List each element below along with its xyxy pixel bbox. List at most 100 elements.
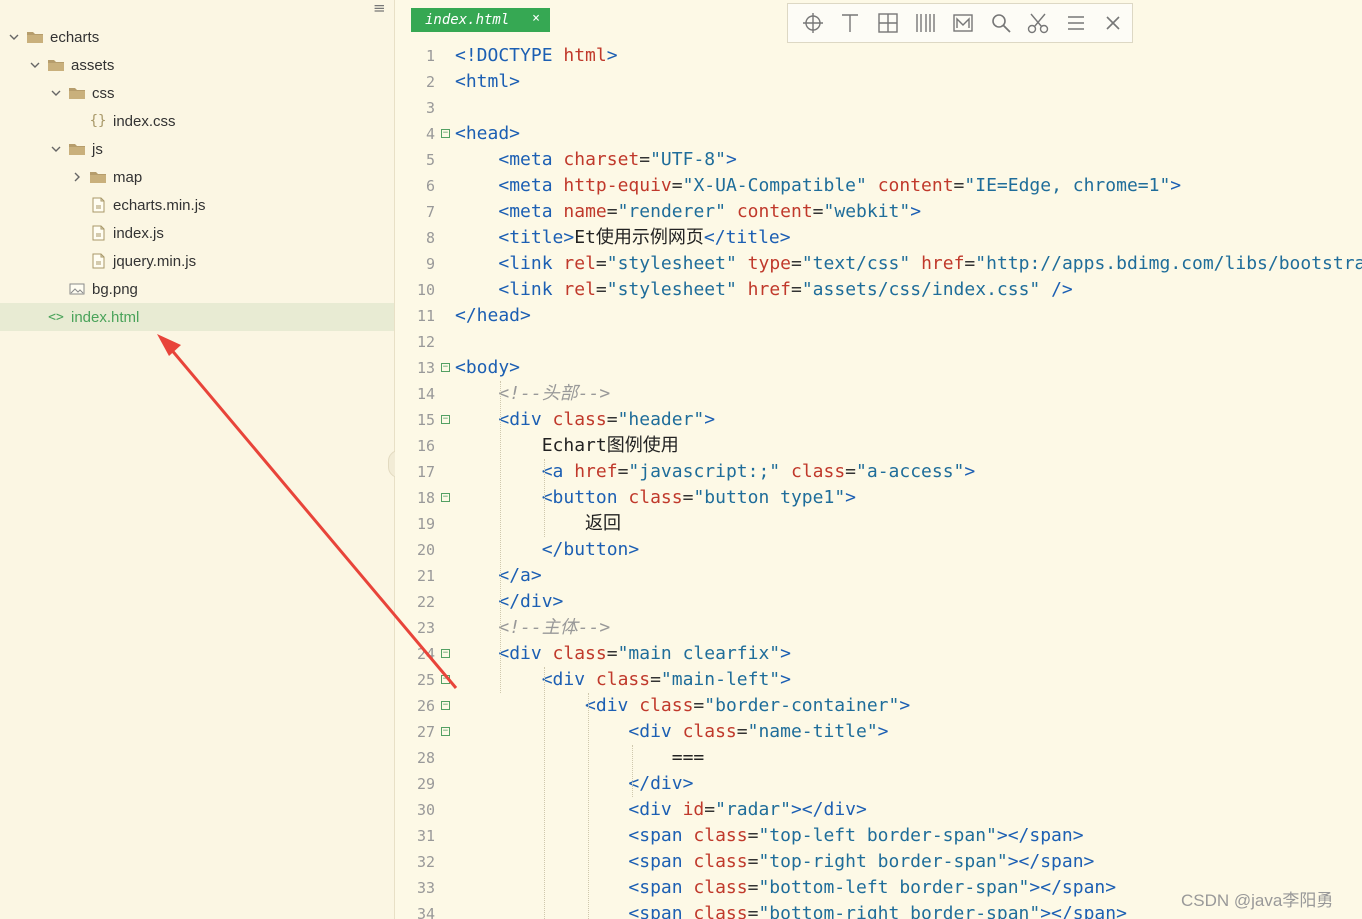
code-token: Echart图例使用 [455, 435, 679, 456]
code-editor: index.html × 1 <!DOCTYPE html> 2 <html> 3 4− <… [395, 0, 1362, 919]
tree-item-label: css [92, 84, 115, 102]
code-token: class [639, 695, 694, 716]
code-token: class [693, 877, 748, 898]
line-number: 7 [425, 203, 435, 221]
line-number: 27 [416, 723, 435, 741]
code-line: 25− <div class="main-left"> [395, 667, 1362, 693]
line-number: 12 [416, 333, 435, 351]
fold-toggle-icon[interactable]: − [441, 363, 450, 372]
crosshair-icon[interactable] [794, 7, 832, 39]
code-area[interactable]: 1 <!DOCTYPE html> 2 <html> 3 4− <head> 5 <meta … [395, 42, 1362, 919]
line-number: 4 [425, 125, 435, 143]
tab-index-html[interactable]: index.html × [411, 8, 550, 32]
code-token: rel [563, 253, 596, 274]
code-line: 19 返回 [395, 511, 1362, 537]
fold-toggle-icon[interactable]: − [441, 675, 450, 684]
code-token: <span [628, 825, 694, 846]
code-token: "top-right border-span" [758, 851, 1008, 872]
scissors-icon[interactable] [1019, 7, 1057, 39]
code-text: <span class="bottom-left border-span"></… [455, 875, 1116, 901]
code-line: 15− <div class="header"> [395, 407, 1362, 433]
markdown-icon[interactable] [944, 7, 982, 39]
fold-toggle-icon[interactable]: − [441, 727, 450, 736]
columns-icon[interactable] [907, 7, 945, 39]
code-token: class [682, 721, 737, 742]
code-token: <body> [455, 357, 521, 378]
code-text: <meta name="renderer" content="webkit"> [455, 199, 921, 225]
fold-toggle-icon[interactable]: − [441, 415, 450, 424]
menu-icon[interactable] [1057, 7, 1095, 39]
code-token: > [725, 149, 737, 170]
code-token: class [552, 409, 607, 430]
code-line: 11 </head> [395, 303, 1362, 329]
code-token: > [780, 669, 791, 690]
line-number: 16 [416, 437, 435, 455]
tab-close-icon[interactable]: × [532, 11, 540, 26]
tree-item[interactable]: index.js [0, 219, 394, 247]
indent-guide [632, 745, 633, 797]
code-token: 返回 [455, 513, 622, 534]
code-token: class [552, 643, 607, 664]
close-icon[interactable] [1095, 7, 1133, 39]
code-text: <div class="name-title"> [455, 719, 888, 745]
code-token: name [563, 201, 607, 222]
tree-item[interactable]: echarts.min.js [0, 191, 394, 219]
chevron-down-icon[interactable] [6, 31, 22, 43]
fold-toggle-icon[interactable]: − [441, 493, 450, 502]
indent-guide [588, 693, 589, 919]
tree-item[interactable]: js [0, 135, 394, 163]
text-cursor-icon[interactable] [832, 7, 870, 39]
tree-item-label: index.css [113, 112, 176, 130]
image-file-icon [68, 281, 86, 297]
code-token: <div [628, 799, 683, 820]
tree-item[interactable]: map [0, 163, 394, 191]
chevron-down-icon[interactable] [48, 87, 64, 99]
code-token: "text/css" [801, 253, 922, 274]
tree-item[interactable]: {} index.css [0, 107, 394, 135]
code-line: 27− <div class="name-title"> [395, 719, 1362, 745]
code-line: 28 === [395, 745, 1362, 771]
line-number: 2 [425, 73, 435, 91]
code-text: <meta charset="UTF-8"> [455, 147, 737, 173]
sidebar-menu-icon[interactable]: ≡ [373, 0, 386, 17]
line-number: 9 [425, 255, 435, 273]
code-token: "stylesheet" [606, 279, 748, 300]
grid-icon[interactable] [869, 7, 907, 39]
code-token: = [747, 851, 759, 872]
chevron-right-icon[interactable] [69, 171, 85, 183]
code-token: "IE=Edge, chrome=1" [964, 175, 1171, 196]
chevron-down-icon[interactable] [27, 59, 43, 71]
code-token: = [595, 279, 607, 300]
tree-item[interactable]: css [0, 79, 394, 107]
chevron-down-icon[interactable] [48, 143, 64, 155]
fold-toggle-icon[interactable]: − [441, 129, 450, 138]
code-token: class [693, 903, 748, 919]
search-icon[interactable] [982, 7, 1020, 39]
code-text: </button> [455, 537, 640, 563]
code-token: <meta [498, 175, 564, 196]
code-token: = [682, 487, 694, 508]
tree-item[interactable]: assets [0, 51, 394, 79]
code-token: === [455, 747, 705, 768]
fold-toggle-icon[interactable]: − [441, 649, 450, 658]
tree-item-label: echarts.min.js [113, 196, 206, 214]
tree-item[interactable]: echarts [0, 23, 394, 51]
tree-item[interactable]: <> index.html [0, 303, 394, 331]
js-file-icon [89, 225, 107, 241]
code-line: 18− <button class="button type1"> [395, 485, 1362, 511]
tree-item[interactable]: jquery.min.js [0, 247, 394, 275]
code-line: 21 </a> [395, 563, 1362, 589]
line-number: 10 [416, 281, 435, 299]
code-token: = [671, 175, 683, 196]
code-text: <div class="header"> [455, 407, 715, 433]
tree-item[interactable]: bg.png [0, 275, 394, 303]
fold-toggle-icon[interactable]: − [441, 701, 450, 710]
line-number: 34 [416, 905, 435, 919]
code-token: > [910, 201, 922, 222]
line-number: 19 [416, 515, 435, 533]
code-token: = [606, 201, 618, 222]
